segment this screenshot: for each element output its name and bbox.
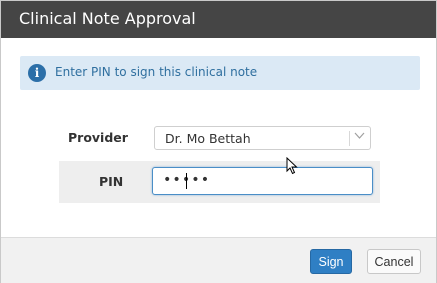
pin-label: PIN (99, 174, 124, 189)
dialog-title: Clinical Note Approval (19, 9, 196, 28)
provider-select-value: Dr. Mo Bettah (165, 131, 251, 146)
chevron-down-icon[interactable] (354, 130, 365, 144)
pin-input[interactable]: ••••• (152, 167, 373, 195)
info-banner: i Enter PIN to sign this clinical note (20, 56, 420, 90)
mouse-cursor-icon (286, 157, 298, 175)
provider-label: Provider (68, 130, 128, 145)
clinical-note-approval-dialog: Clinical Note Approval i Enter PIN to si… (0, 0, 437, 283)
dialog-titlebar: Clinical Note Approval (1, 1, 436, 38)
pin-row: PIN ••••• (59, 161, 380, 203)
text-caret (186, 173, 187, 189)
info-icon: i (28, 64, 46, 82)
info-message: Enter PIN to sign this clinical note (55, 65, 258, 79)
sign-button[interactable]: Sign (310, 249, 352, 274)
dialog-footer: Sign Cancel (1, 237, 436, 283)
provider-select[interactable]: Dr. Mo Bettah (154, 126, 371, 150)
provider-row: Provider Dr. Mo Bettah (59, 122, 380, 154)
cancel-button[interactable]: Cancel (367, 249, 421, 274)
select-divider (349, 131, 350, 146)
